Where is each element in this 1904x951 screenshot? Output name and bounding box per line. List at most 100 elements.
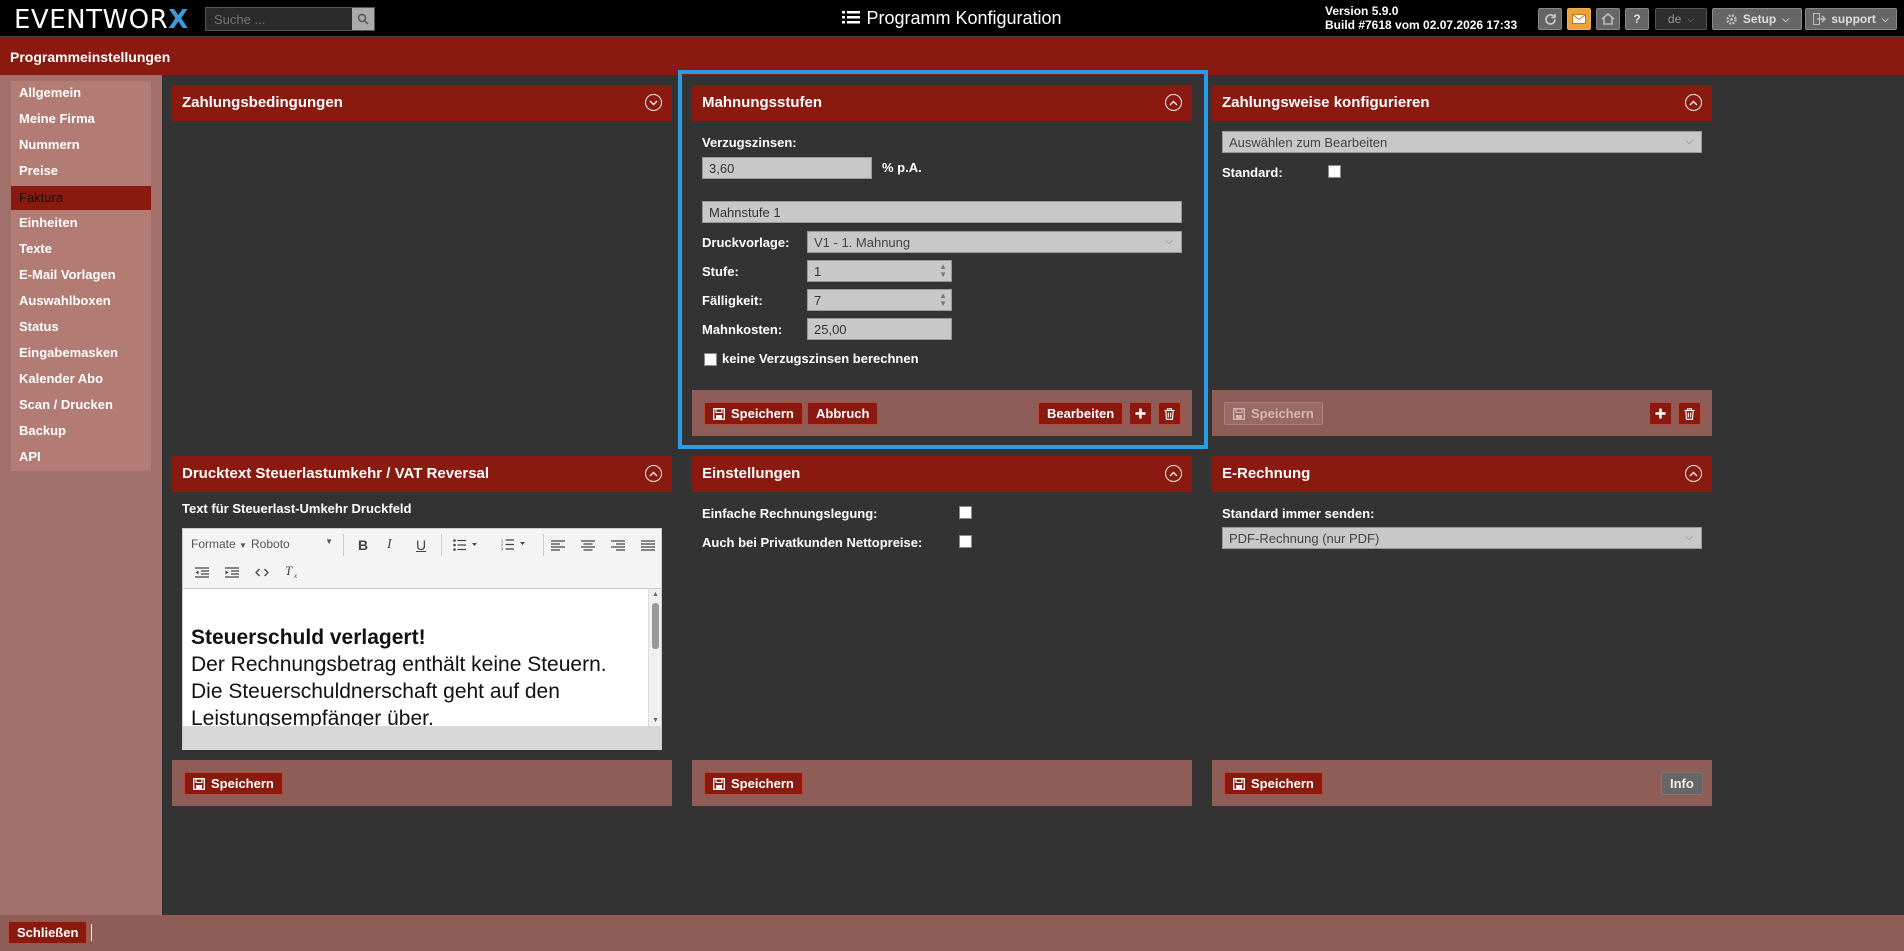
privatkunden-nettopreise-label: Auch bei Privatkunden Nettopreise: xyxy=(702,535,923,550)
save-button[interactable]: Speichern xyxy=(704,772,803,795)
panel-header[interactable]: Drucktext Steuerlastumkehr / VAT Reversa… xyxy=(172,456,672,492)
zahlungsweise-select[interactable]: Auswählen zum Bearbeiten ⌵ xyxy=(1222,131,1702,153)
trash-icon xyxy=(1684,407,1695,420)
setup-menu-button[interactable]: Setup ⌵ xyxy=(1712,8,1802,30)
indent-icon[interactable] xyxy=(225,566,239,581)
add-button[interactable] xyxy=(1649,402,1672,425)
mail-icon xyxy=(1572,14,1586,24)
collapse-icon[interactable] xyxy=(645,465,662,482)
page-title: Programmeinstellungen xyxy=(10,49,171,65)
panel-header[interactable]: Einstellungen xyxy=(692,456,1192,492)
sidebar-item-preise[interactable]: Preise xyxy=(11,159,151,185)
code-icon[interactable] xyxy=(255,566,269,581)
panel-header[interactable]: Zahlungsweise konfigurieren xyxy=(1212,85,1712,121)
expand-icon[interactable] xyxy=(645,94,662,111)
close-button[interactable]: Schließen xyxy=(8,921,88,944)
logo-x: X xyxy=(168,5,189,35)
outdent-icon[interactable] xyxy=(195,566,209,581)
sidebar-item-status[interactable]: Status xyxy=(11,315,151,341)
underline-icon[interactable]: U xyxy=(416,537,426,553)
user-menu-button[interactable]: support ⌵ xyxy=(1805,8,1897,30)
save-button[interactable]: Speichern xyxy=(1224,772,1323,795)
save-button[interactable]: Speichern xyxy=(704,402,803,425)
erechnung-select[interactable]: PDF-Rechnung (nur PDF) ⌵ xyxy=(1222,527,1702,549)
font-dropdown[interactable]: Roboto ▼ xyxy=(251,537,333,551)
sidebar-item-kalender-abo[interactable]: Kalender Abo xyxy=(11,367,151,393)
mahnstufe-name-input[interactable]: Mahnstufe 1 xyxy=(702,201,1182,223)
caret-down-icon: ▼ xyxy=(239,541,247,550)
sidebar-item-nummern[interactable]: Nummern xyxy=(11,133,151,159)
standard-checkbox[interactable] xyxy=(1328,165,1341,178)
align-left-icon[interactable] xyxy=(551,539,565,554)
collapse-icon[interactable] xyxy=(1165,465,1182,482)
druckvorlage-select[interactable]: V1 - 1. Mahnung ⌵ xyxy=(807,231,1182,253)
sidebar-item-texte[interactable]: Texte xyxy=(11,237,151,263)
search-input[interactable] xyxy=(206,8,352,30)
bold-icon[interactable]: B xyxy=(358,537,368,553)
scroll-down-icon[interactable]: ▼ xyxy=(652,717,659,724)
verzugszinsen-input[interactable]: 3,60 xyxy=(702,157,872,179)
mahnkosten-input[interactable]: 25,00 xyxy=(807,318,952,340)
sidebar-item-api[interactable]: API xyxy=(11,445,151,471)
save-icon xyxy=(1233,407,1245,420)
search-icon xyxy=(357,13,369,25)
app-logo[interactable]: EVENTWORX xyxy=(14,5,189,35)
info-button[interactable]: Info xyxy=(1661,772,1703,795)
language-select[interactable]: de ⌵ xyxy=(1655,8,1707,30)
sidebar-item-allgemein[interactable]: Allgemein xyxy=(11,81,151,107)
panel-zahlungsweise: Zahlungsweise konfigurieren Auswählen zu… xyxy=(1212,85,1712,436)
editor-content[interactable]: Steuerschuld verlagert! Der Rechnungsbet… xyxy=(183,589,661,726)
caret-down-icon: ▼ xyxy=(325,537,333,546)
spinner-icon[interactable]: ▲ ▼ xyxy=(939,263,947,279)
align-justify-icon[interactable] xyxy=(641,539,655,554)
scrollbar-thumb[interactable] xyxy=(652,603,659,649)
mail-button[interactable] xyxy=(1567,8,1591,30)
delete-button[interactable] xyxy=(1158,402,1181,425)
spinner-icon[interactable]: ▲ ▼ xyxy=(939,292,947,308)
panel-header[interactable]: Mahnungsstufen xyxy=(692,85,1192,121)
sidebar-item-eingabemasken[interactable]: Eingabemasken xyxy=(11,341,151,367)
save-button[interactable]: Speichern xyxy=(1224,402,1323,425)
numbered-list-icon[interactable]: 123 xyxy=(501,538,527,553)
toolbar-divider xyxy=(343,534,344,556)
sidebar-item-auswahlboxen[interactable]: Auswahlboxen xyxy=(11,289,151,315)
clear-format-icon[interactable]: Tx xyxy=(285,563,301,581)
zahlungsweise-value: Auswählen zum Bearbeiten xyxy=(1229,135,1388,150)
einfache-rechnungslegung-checkbox[interactable] xyxy=(959,506,972,519)
scroll-up-icon[interactable]: ▲ xyxy=(652,591,659,598)
sidebar-item-backup[interactable]: Backup xyxy=(11,419,151,445)
editor-scrollbar[interactable]: ▲ ▼ xyxy=(648,589,661,726)
sidebar-item-email-vorlagen[interactable]: E-Mail Vorlagen xyxy=(11,263,151,289)
sidebar-item-faktura[interactable]: Faktura xyxy=(11,186,151,210)
collapse-icon[interactable] xyxy=(1165,94,1182,111)
panel-header[interactable]: E-Rechnung xyxy=(1212,456,1712,492)
italic-icon[interactable]: I xyxy=(387,537,392,553)
privatkunden-nettopreise-checkbox[interactable] xyxy=(959,535,972,548)
edit-button[interactable]: Bearbeiten xyxy=(1038,402,1124,425)
stufe-stepper[interactable]: 1 ▲ ▼ xyxy=(807,260,952,282)
info-label: Info xyxy=(1670,776,1694,791)
add-button[interactable] xyxy=(1129,402,1152,425)
sidebar-item-einheiten[interactable]: Einheiten xyxy=(11,211,151,237)
delete-button[interactable] xyxy=(1678,402,1701,425)
bullet-list-icon[interactable] xyxy=(453,539,479,554)
refresh-button[interactable] xyxy=(1538,8,1562,30)
help-button[interactable]: ? xyxy=(1625,8,1649,30)
editor-heading: Steuerschuld verlagert! xyxy=(191,626,426,649)
sidebar-item-meine-firma[interactable]: Meine Firma xyxy=(11,107,151,133)
align-center-icon[interactable] xyxy=(581,539,595,554)
faelligkeit-stepper[interactable]: 7 ▲ ▼ xyxy=(807,289,952,311)
keine-verzugszinsen-checkbox[interactable] xyxy=(704,353,717,366)
search-button[interactable] xyxy=(352,8,374,30)
save-button[interactable]: Speichern xyxy=(184,772,283,795)
home-button[interactable] xyxy=(1596,8,1620,30)
editor-line: Der Rechnungsbetrag enthält keine Steuer… xyxy=(191,653,607,676)
formats-dropdown[interactable]: Formate ▼ xyxy=(191,537,247,551)
align-right-icon[interactable] xyxy=(611,539,625,554)
language-value: de xyxy=(1667,12,1682,26)
panel-header[interactable]: Zahlungsbedingungen xyxy=(172,85,672,121)
collapse-icon[interactable] xyxy=(1685,94,1702,111)
collapse-icon[interactable] xyxy=(1685,465,1702,482)
sidebar-item-scan-drucken[interactable]: Scan / Drucken xyxy=(11,393,151,419)
cancel-button[interactable]: Abbruch xyxy=(807,402,879,425)
